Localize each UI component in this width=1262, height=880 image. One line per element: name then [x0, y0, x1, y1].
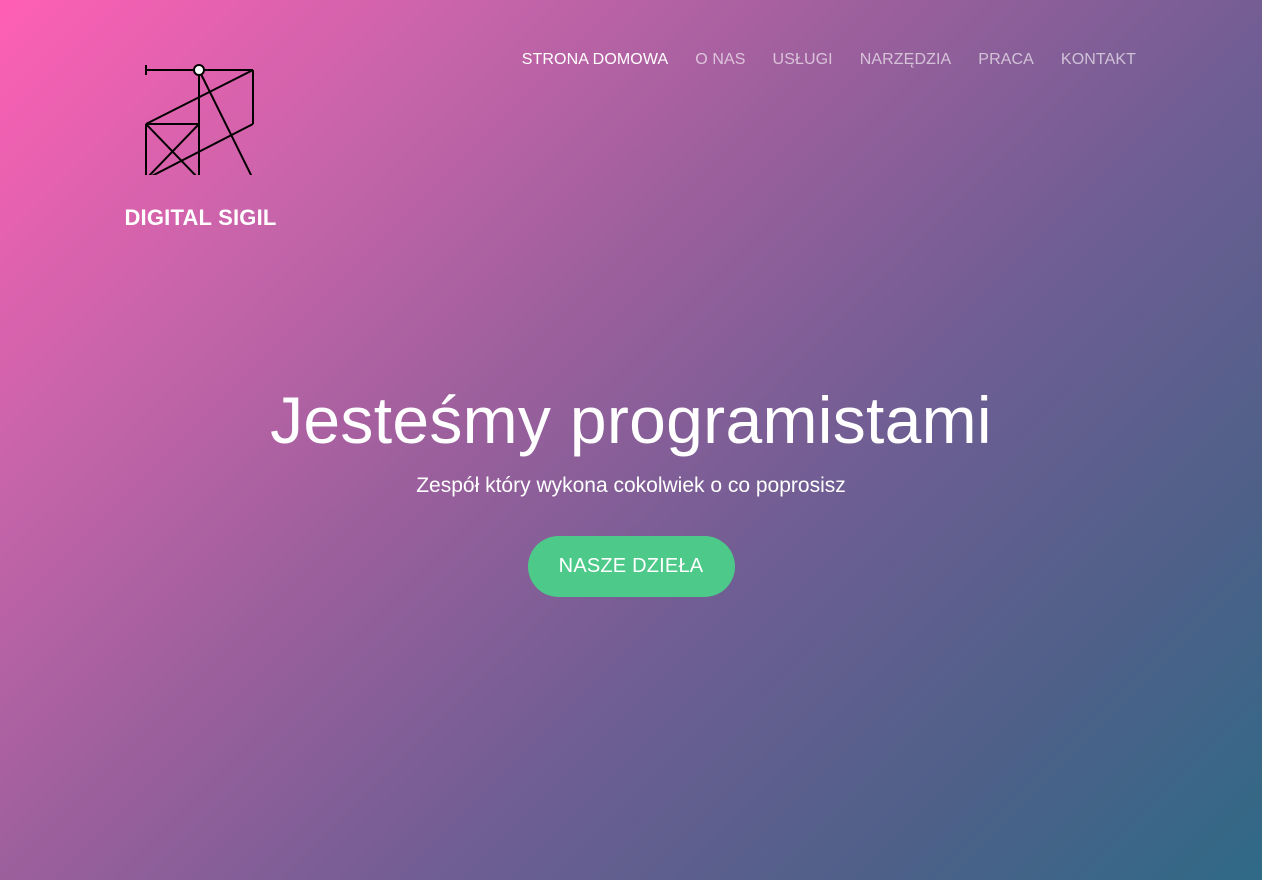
nav-item-contact: KONTAKT — [1061, 51, 1136, 69]
hero-section: Jesteśmy programistami Zespół który wyko… — [0, 382, 1262, 597]
nav-item-home: STRONA DOMOWA — [522, 51, 669, 69]
nav-item-tools: NARZĘDZIA — [860, 51, 952, 69]
nav-link-services[interactable]: USŁUGI — [773, 51, 833, 68]
nav-link-contact[interactable]: KONTAKT — [1061, 51, 1136, 68]
nav-item-services: USŁUGI — [773, 51, 833, 69]
hero-subtitle: Zespół który wykona cokolwiek o co popro… — [416, 474, 846, 497]
nav-link-home[interactable]: STRONA DOMOWA — [522, 51, 669, 68]
nav-link-work[interactable]: PRACA — [978, 51, 1034, 68]
main-nav: STRONA DOMOWA O NAS USŁUGI NARZĘDZIA PRA… — [522, 51, 1136, 69]
hero-title: Jesteśmy programistami — [270, 383, 992, 457]
brand-name: DIGITAL SIGIL — [124, 205, 277, 230]
our-works-button[interactable]: NASZE DZIEŁA — [527, 536, 735, 597]
nav-item-work: PRACA — [978, 51, 1034, 69]
nav-item-about: O NAS — [695, 51, 745, 69]
nav-link-about[interactable]: O NAS — [695, 51, 745, 68]
brand[interactable]: DIGITAL SIGIL — [118, 55, 283, 231]
geometric-sigil-icon — [145, 64, 254, 175]
nav-link-tools[interactable]: NARZĘDZIA — [860, 51, 952, 68]
